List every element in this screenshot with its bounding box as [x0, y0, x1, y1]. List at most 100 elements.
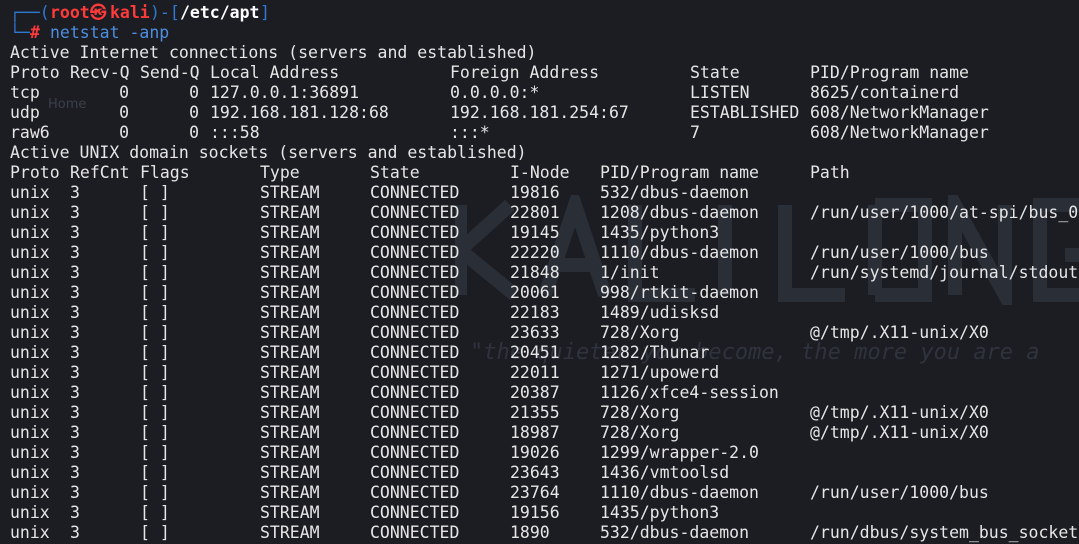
unix-row-cell: 19026 [510, 443, 560, 462]
unix-row-cell: 3 [70, 483, 80, 502]
unix-col-header-3: Type [260, 163, 300, 182]
unix-row: unix 3 [ ] STREAM CONNECTED 19816 532/dbus-dae… [0, 183, 1079, 203]
unix-row-cell: 22801 [510, 203, 560, 222]
inet-col-header-2: Send-Q [140, 63, 200, 82]
unix-row-cell: STREAM [260, 203, 320, 222]
unix-row-cell: unix [10, 483, 50, 502]
unix-row-cell: 1110/dbus-daemon [600, 243, 759, 262]
unix-row-cell: 728/Xorg [600, 323, 680, 342]
inet-row-cell: 0 [119, 123, 129, 142]
unix-row-cell: 18987 [510, 423, 560, 442]
prompt-hash: # [30, 23, 40, 42]
inet-row: raw6 0 0:::58:::* 7 608/NetworkManager [0, 123, 1079, 143]
unix-row-cell: 3 [70, 323, 80, 342]
unix-row-cell: CONNECTED [370, 243, 460, 262]
unix-row: unix 3 [ ] STREAM CONNECTED 22011 1271/upowerd [0, 363, 1079, 383]
unix-row-cell: 728/Xorg [600, 423, 680, 442]
unix-row-cell: 3 [70, 503, 80, 522]
unix-row: unix 3 [ ] STREAM CONNECTED 23764 1110/dbus-da… [0, 483, 1079, 503]
unix-row-cell: 1489/udisksd [600, 303, 720, 322]
unix-row-cell: CONNECTED [370, 283, 460, 302]
unix-row-cell: 23633 [510, 323, 560, 342]
unix-row-cell: CONNECTED [370, 343, 460, 362]
unix-row-cell: STREAM [260, 503, 320, 522]
unix-row-cell: 1436/vmtoolsd [600, 463, 730, 482]
prompt-path: /etc/apt [180, 3, 260, 22]
inet-row-cell: :::58 [210, 123, 260, 142]
inet-row-cell: 127.0.0.1:36891 [210, 83, 360, 102]
unix-row: unix 3 [ ] STREAM CONNECTED 19145 1435/python3 [0, 223, 1079, 243]
unix-col-header-0: Proto [10, 163, 60, 182]
unix-row-cell: unix [10, 203, 50, 222]
command-text: netstat -anp [50, 23, 170, 42]
unix-row-cell: CONNECTED [370, 423, 460, 442]
unix-row: unix 3 [ ] STREAM CONNECTED 22220 1110/dbus-da… [0, 243, 1079, 263]
unix-row-cell: 998/rtkit-daemon [600, 283, 759, 302]
unix-row-cell: 3 [70, 303, 80, 322]
unix-row-cell: STREAM [260, 243, 320, 262]
unix-row-cell: 20061 [510, 283, 560, 302]
unix-row-cell: [ ] [140, 463, 170, 482]
inet-row-cell: udp [10, 103, 40, 122]
unix-col-header-6: PID/Program name [600, 163, 759, 182]
inet-col-header-6: PID/Program name [810, 63, 969, 82]
unix-row: unix 3 [ ] STREAM CONNECTED 21848 1/init/run/s… [0, 263, 1079, 283]
inet-row-cell: tcp [10, 83, 40, 102]
unix-row-cell: /run/user/1000/at-spi/bus_0 [810, 203, 1079, 222]
inet-col-header-0: Proto [10, 63, 60, 82]
unix-row-cell: 1435/python3 [600, 503, 720, 522]
unix-title-text: Active UNIX domain sockets (servers and … [10, 143, 527, 162]
unix-row: unix 3 [ ] STREAM CONNECTED 1890 532/dbus-daem… [0, 523, 1079, 543]
unix-row-cell: CONNECTED [370, 303, 460, 322]
unix-row: unix 3 [ ] STREAM CONNECTED 20451 1282/Thunar [0, 343, 1079, 363]
unix-row-cell: [ ] [140, 523, 170, 542]
unix-row-cell: 1208/dbus-daemon [600, 203, 759, 222]
unix-row-cell: 532/dbus-daemon [600, 523, 750, 542]
unix-row-cell: 22220 [510, 243, 560, 262]
inet-header-row: Proto Recv-Q Send-Q Local Address Foreign Ad… [0, 63, 1079, 83]
inet-title-text: Active Internet connections (servers and… [10, 43, 537, 62]
inet-row: tcp 0 0 127.0.0.1:36891 0.0.0.0:* LISTEN 8625/… [0, 83, 1079, 103]
unix-col-header-4: State [370, 163, 420, 182]
unix-row: unix 3 [ ] STREAM CONNECTED 22183 1489/udisksd [0, 303, 1079, 323]
unix-row-cell: unix [10, 443, 50, 462]
unix-row-cell: STREAM [260, 423, 320, 442]
unix-row-cell: STREAM [260, 363, 320, 382]
unix-row-cell: CONNECTED [370, 363, 460, 382]
unix-col-header-2: Flags [140, 163, 190, 182]
unix-row-cell: 1299/wrapper-2.0 [600, 443, 759, 462]
inet-row-cell: raw6 [10, 123, 50, 142]
inet-col-header-3: Local Address [210, 63, 340, 82]
unix-row-cell: 3 [70, 263, 80, 282]
prompt-close: ] [260, 3, 270, 22]
unix-row-cell: unix [10, 323, 50, 342]
terminal-output[interactable]: ┌──( root ㉿ kali )-[ /etc/apt ] └─ # net… [0, 3, 1079, 543]
unix-row-cell: unix [10, 343, 50, 362]
inet-row-cell: 0.0.0.0:* [450, 83, 540, 102]
inet-row-cell: 192.168.181.254:67 [450, 103, 629, 122]
unix-row-cell: [ ] [140, 483, 170, 502]
unix-row-cell: [ ] [140, 183, 170, 202]
unix-row-cell: unix [10, 383, 50, 402]
unix-row-cell: unix [10, 283, 50, 302]
unix-row-cell: @/tmp/.X11-unix/X0 [810, 403, 989, 422]
unix-row: unix 3 [ ] STREAM CONNECTED 22801 1208/dbus-da… [0, 203, 1079, 223]
unix-row-cell: 3 [70, 383, 80, 402]
unix-row-cell: 3 [70, 463, 80, 482]
unix-row-cell: CONNECTED [370, 463, 460, 482]
unix-row-cell: [ ] [140, 443, 170, 462]
unix-row-cell: @/tmp/.X11-unix/X0 [810, 423, 989, 442]
unix-row-cell: 23643 [510, 463, 560, 482]
inet-row-cell: 0 [189, 83, 199, 102]
inet-row-cell: :::* [450, 123, 490, 142]
unix-row-cell: 3 [70, 183, 80, 202]
unix-row-cell: 19816 [510, 183, 560, 202]
unix-row-cell: [ ] [140, 383, 170, 402]
prompt-corner: └─ [10, 23, 30, 42]
unix-row-cell: unix [10, 403, 50, 422]
unix-row-cell: 3 [70, 363, 80, 382]
unix-title: Active UNIX domain sockets (servers and … [0, 143, 1079, 163]
unix-row-cell: STREAM [260, 403, 320, 422]
unix-row-cell: CONNECTED [370, 523, 460, 542]
unix-row-cell: 3 [70, 343, 80, 362]
